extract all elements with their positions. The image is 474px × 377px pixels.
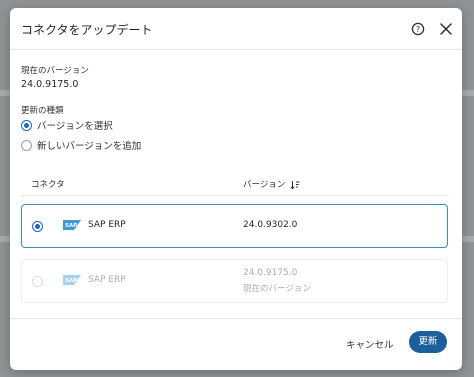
- help-icon[interactable]: ?: [411, 22, 425, 36]
- radio-add-new-version[interactable]: [21, 139, 32, 151]
- update-button[interactable]: 更新: [409, 331, 447, 353]
- connector-version: 24.0.9175.0: [243, 268, 298, 278]
- connector-version: 24.0.9302.0: [243, 220, 298, 230]
- option-select-version[interactable]: バージョンを選択: [21, 118, 113, 132]
- sap-logo-icon: SAP: [63, 220, 81, 230]
- dialog-title: コネクタをアップデート: [21, 23, 153, 37]
- current-version-note: 現在のバージョン: [243, 284, 311, 294]
- cancel-button[interactable]: キャンセル: [346, 337, 394, 351]
- table-header: コネクタ バージョン: [21, 174, 449, 196]
- column-header-label: バージョン: [243, 180, 286, 190]
- table-row: SAP SAP ERP 24.0.9175.0 現在のバージョン: [21, 259, 448, 303]
- close-icon[interactable]: [438, 21, 454, 37]
- dialog-header: コネクタをアップデート ?: [10, 8, 462, 50]
- option-label: 新しいバージョンを追加: [37, 141, 142, 152]
- svg-text:?: ?: [416, 25, 420, 34]
- svg-text:SAP: SAP: [65, 223, 77, 229]
- sap-logo-icon: SAP: [63, 275, 81, 285]
- table-row[interactable]: SAP SAP ERP 24.0.9302.0: [21, 204, 448, 248]
- connector-name: SAP ERP: [88, 275, 126, 285]
- row-radio: [32, 276, 43, 287]
- current-version-label: 現在のバージョン: [21, 66, 89, 76]
- current-version-value: 24.0.9175.0: [21, 79, 79, 90]
- row-radio[interactable]: [32, 221, 43, 232]
- option-add-new-version[interactable]: 新しいバージョンを追加: [21, 138, 141, 152]
- column-header-version[interactable]: バージョン: [243, 178, 300, 190]
- connector-name: SAP ERP: [88, 220, 126, 230]
- sort-desc-icon[interactable]: [290, 180, 300, 190]
- radio-select-version[interactable]: [21, 119, 32, 131]
- option-label: バージョンを選択: [37, 121, 113, 132]
- update-type-label: 更新の種類: [21, 106, 64, 116]
- column-header-connector: コネクタ: [31, 180, 65, 190]
- dialog-footer: キャンセル 更新: [10, 318, 462, 370]
- update-connector-dialog: コネクタをアップデート ? 現在のバージョン 24.0.9175.0 更新の種類…: [10, 8, 462, 370]
- svg-text:SAP: SAP: [65, 278, 77, 284]
